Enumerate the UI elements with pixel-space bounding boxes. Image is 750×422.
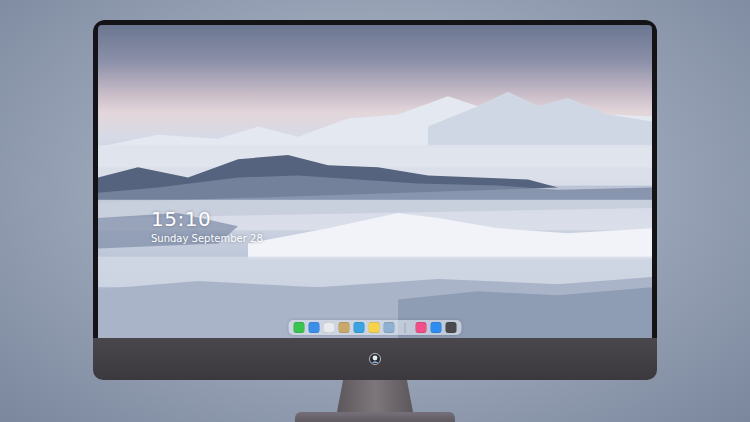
dock-app-icon[interactable] [324,322,335,333]
brand-logo-icon [369,353,381,365]
lock-screen-wallpaper: 15:10 Sunday September 28 [98,25,652,338]
monitor-stand-neck [337,380,413,412]
mountain-photo [98,25,652,338]
monitor-stand-base [295,412,455,422]
monitor-chin [93,338,657,380]
desktop-background: 15:10 Sunday September 28 [0,0,750,422]
dock-app-icon[interactable] [431,322,442,333]
dock-app-icon[interactable] [294,322,305,333]
clock-date: Sunday September 28 [151,233,263,245]
screen-bezel: 15:10 Sunday September 28 [93,20,657,338]
dock-app-icon[interactable] [354,322,365,333]
dock-app-icon[interactable] [369,322,380,333]
dock-app-icon[interactable] [416,322,427,333]
monitor: 15:10 Sunday September 28 [93,20,657,422]
dock-app-icon[interactable] [446,322,457,333]
dock-app-icon[interactable] [384,322,395,333]
clock-time: 15:10 [151,208,263,231]
dock-app-icon[interactable] [309,322,320,333]
dock-app-icon[interactable] [339,322,350,333]
lock-screen-clock: 15:10 Sunday September 28 [151,208,263,245]
dock-separator [405,323,406,333]
dock [289,320,462,335]
